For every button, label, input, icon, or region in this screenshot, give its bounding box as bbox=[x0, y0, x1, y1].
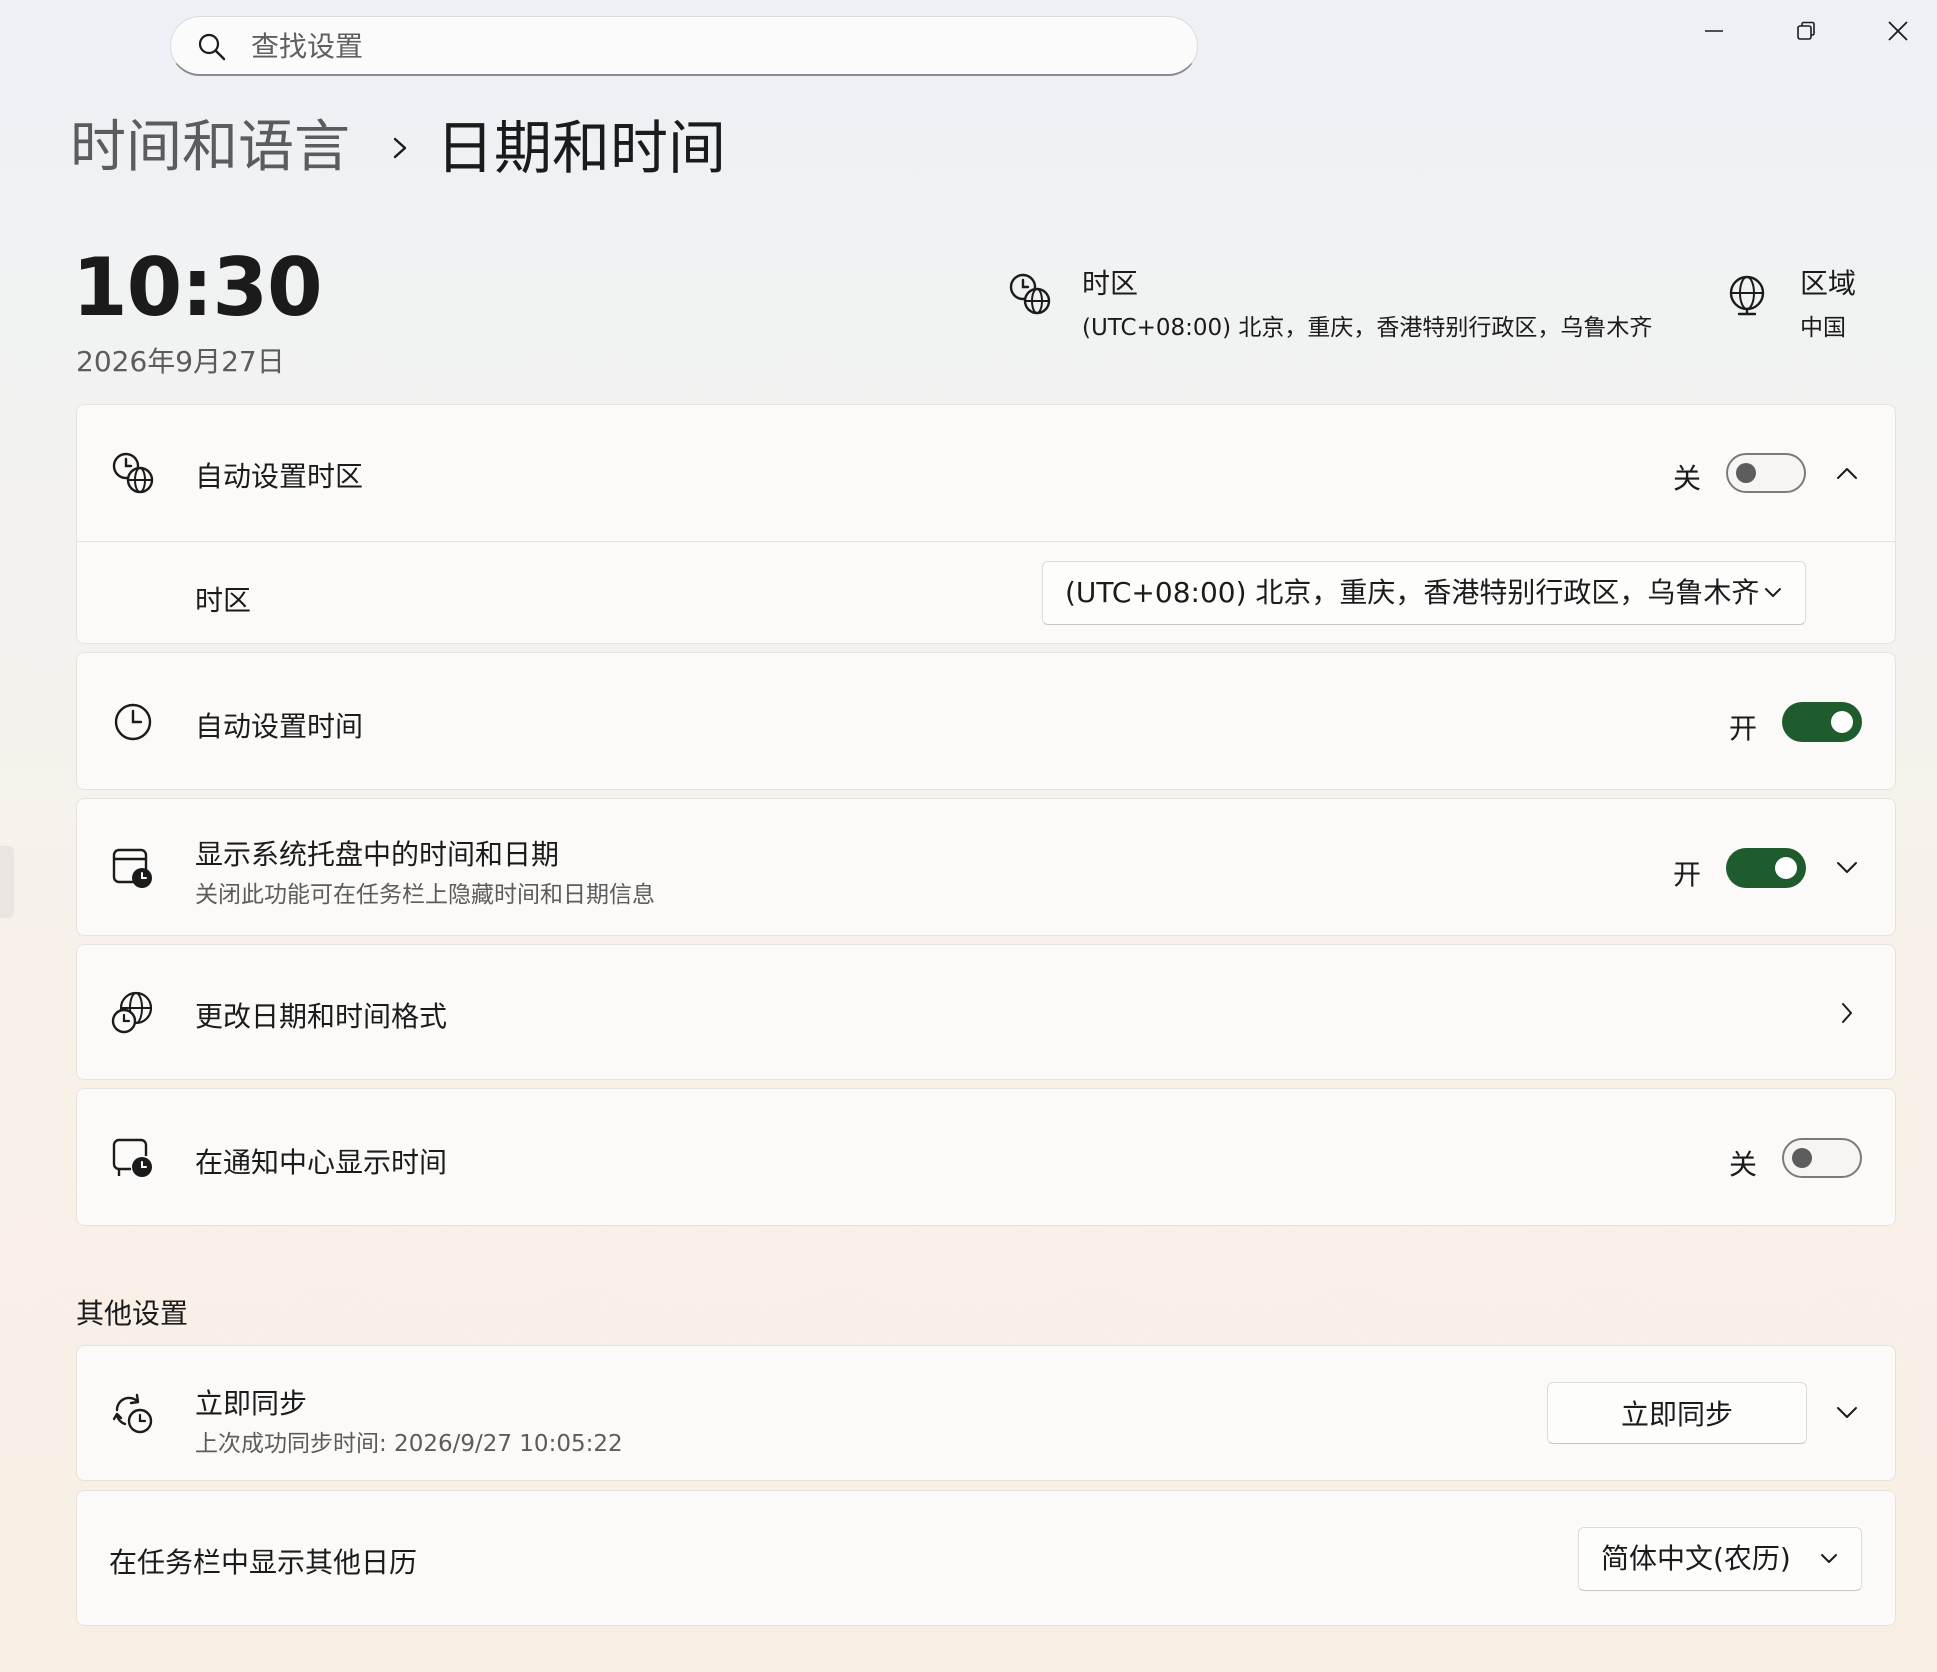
toggle-knob bbox=[1736, 463, 1756, 483]
toggle-knob bbox=[1775, 857, 1797, 879]
auto-timezone-title: 自动设置时区 bbox=[195, 460, 364, 493]
divider bbox=[77, 541, 1895, 542]
header-region-value: 中国 bbox=[1800, 315, 1846, 341]
header-region: 区域 中国 bbox=[1800, 262, 1856, 342]
other-settings-title: 其他设置 bbox=[76, 1297, 189, 1330]
toggle-knob bbox=[1792, 1148, 1812, 1168]
notify-time-state: 关 bbox=[1729, 1148, 1758, 1181]
sync-card[interactable]: 立即同步 上次成功同步时间: 2026/9/27 10:05:22 立即同步 bbox=[76, 1345, 1896, 1481]
auto-timezone-row[interactable]: 自动设置时区 关 bbox=[77, 405, 1895, 541]
timezone-dropdown[interactable]: (UTC+08:00) 北京，重庆，香港特别行政区，乌鲁木齐 bbox=[1042, 561, 1806, 625]
minimize-button[interactable] bbox=[1668, 0, 1760, 62]
tray-time-state: 开 bbox=[1673, 858, 1702, 891]
header-timezone-value: (UTC+08:00) 北京，重庆，香港特别行政区，乌鲁木齐 bbox=[1082, 315, 1653, 341]
notify-time-title: 在通知中心显示时间 bbox=[195, 1146, 448, 1179]
restore-icon bbox=[1797, 21, 1815, 40]
auto-time-card[interactable]: 自动设置时间 开 bbox=[76, 652, 1896, 790]
calendar-dropdown-value: 简体中文(农历) bbox=[1601, 1542, 1791, 1575]
collapse-button[interactable] bbox=[1829, 455, 1865, 491]
chevron-down-icon bbox=[1837, 862, 1857, 873]
search-icon bbox=[198, 33, 226, 61]
calendar-title: 在任务栏中显示其他日历 bbox=[109, 1546, 418, 1579]
tray-time-toggle[interactable] bbox=[1726, 848, 1806, 888]
header-region-title: 区域 bbox=[1800, 267, 1857, 300]
timezone-dropdown-value: (UTC+08:00) 北京，重庆，香港特别行政区，乌鲁木齐 bbox=[1065, 576, 1760, 609]
chevron-up-icon bbox=[1837, 468, 1857, 479]
breadcrumb-parent[interactable]: 时间和语言 bbox=[70, 108, 350, 188]
sync-title: 立即同步 bbox=[195, 1387, 308, 1420]
page-title: 日期和时间 bbox=[436, 114, 727, 182]
auto-time-toggle[interactable] bbox=[1782, 702, 1862, 742]
nav-pane-handle[interactable] bbox=[0, 846, 14, 918]
chevron-down-icon bbox=[1765, 588, 1781, 597]
restore-button[interactable] bbox=[1760, 0, 1852, 62]
current-time: 10:30 bbox=[72, 241, 323, 334]
auto-timezone-card: 自动设置时区 关 时区 (UTC+08:00) 北京，重庆，香港特别行政区，乌鲁… bbox=[76, 404, 1896, 644]
tray-time-card[interactable]: 显示系统托盘中的时间和日期 关闭此功能可在任务栏上隐藏时间和日期信息 开 bbox=[76, 798, 1896, 936]
notify-time-toggle[interactable] bbox=[1782, 1138, 1862, 1178]
search-input[interactable] bbox=[249, 25, 1153, 67]
header-timezone: 时区 (UTC+08:00) 北京，重庆，香港特别行政区，乌鲁木齐 bbox=[1082, 262, 1652, 342]
clock-globe-icon bbox=[112, 452, 154, 494]
auto-time-state: 开 bbox=[1729, 712, 1758, 745]
globe-icon bbox=[1729, 275, 1765, 316]
tray-time-title: 显示系统托盘中的时间和日期 bbox=[195, 838, 560, 871]
format-card[interactable]: 更改日期和时间格式 bbox=[76, 944, 1896, 1080]
search-box[interactable] bbox=[170, 16, 1198, 76]
format-title: 更改日期和时间格式 bbox=[195, 1000, 448, 1033]
globe-clock-icon bbox=[111, 991, 153, 1034]
auto-timezone-toggle[interactable] bbox=[1726, 453, 1806, 493]
minimize-icon bbox=[1705, 30, 1723, 32]
auto-time-title: 自动设置时间 bbox=[195, 710, 364, 743]
auto-timezone-state: 关 bbox=[1673, 462, 1702, 495]
navigate-button[interactable] bbox=[1829, 995, 1865, 1031]
sync-clock-icon bbox=[112, 1393, 153, 1434]
calendar-clock-icon bbox=[112, 848, 152, 888]
chevron-right-icon bbox=[1842, 1003, 1852, 1023]
expand-button[interactable] bbox=[1829, 1395, 1865, 1431]
close-icon bbox=[1888, 21, 1908, 41]
clock-icon bbox=[114, 703, 152, 741]
close-button[interactable] bbox=[1852, 0, 1937, 62]
header-timezone-title: 时区 bbox=[1082, 267, 1139, 300]
toggle-knob bbox=[1831, 711, 1853, 733]
sync-now-button[interactable]: 立即同步 bbox=[1547, 1382, 1807, 1444]
expand-button[interactable] bbox=[1829, 850, 1865, 886]
notification-clock-icon bbox=[112, 1138, 152, 1177]
timezone-label: 时区 bbox=[195, 584, 252, 617]
clock-globe-icon bbox=[1009, 273, 1051, 315]
current-date: 2026年9月27日 bbox=[76, 345, 285, 378]
tray-time-subtitle: 关闭此功能可在任务栏上隐藏时间和日期信息 bbox=[195, 882, 655, 908]
calendar-card: 在任务栏中显示其他日历 简体中文(农历) bbox=[76, 1490, 1896, 1626]
notify-time-card[interactable]: 在通知中心显示时间 关 bbox=[76, 1088, 1896, 1226]
calendar-dropdown[interactable]: 简体中文(农历) bbox=[1578, 1527, 1862, 1591]
chevron-down-icon bbox=[1821, 1554, 1837, 1563]
sync-subtitle: 上次成功同步时间: 2026/9/27 10:05:22 bbox=[195, 1431, 623, 1457]
chevron-right-icon bbox=[393, 137, 407, 159]
chevron-down-icon bbox=[1837, 1407, 1857, 1418]
